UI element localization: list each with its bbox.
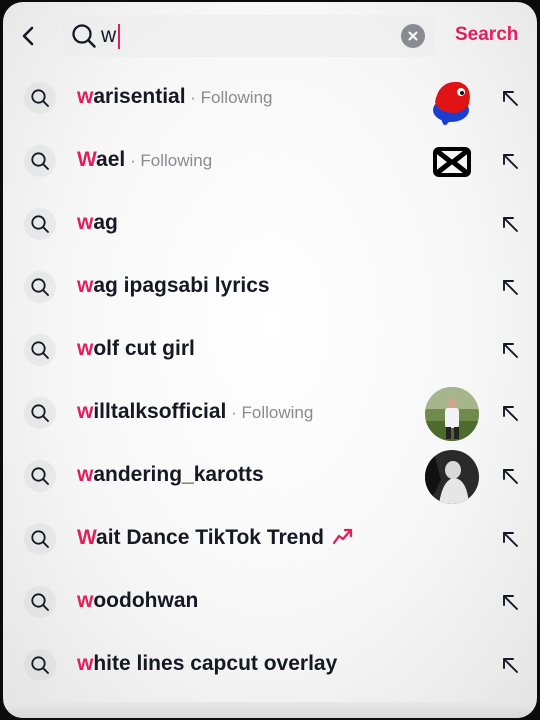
capcut-logo-avatar — [425, 135, 479, 189]
suggestion-label: wolf cut girl — [77, 337, 195, 361]
suggestion-text: arisential — [93, 85, 186, 108]
suggestion-label: Wael · Following — [77, 148, 212, 172]
suggestion-text: hite lines capcut overlay — [93, 652, 338, 675]
suggestion-label: wag — [77, 211, 118, 235]
suggestion-row[interactable]: wag — [3, 192, 537, 255]
suggestion-row[interactable]: willtalksofficial · Following — [3, 381, 537, 444]
clear-button[interactable] — [401, 24, 425, 48]
arrow-up-left-icon[interactable] — [496, 462, 524, 490]
suggestion-label: warisential · Following — [77, 85, 272, 109]
back-button[interactable] — [11, 18, 47, 54]
arrow-up-left-icon[interactable] — [496, 84, 524, 112]
search-icon — [24, 586, 56, 618]
search-icon — [24, 82, 56, 114]
arrow-up-left-icon[interactable] — [496, 147, 524, 175]
suggestion-text: olf cut girl — [93, 337, 195, 360]
trending-up-icon — [332, 526, 354, 552]
search-icon — [72, 24, 96, 48]
suggestion-row[interactable]: Wait Dance TikTok Trend — [3, 507, 537, 570]
query-match-highlight: w — [77, 337, 94, 360]
search-button[interactable]: Search — [455, 24, 518, 46]
suggestion-label: willtalksofficial · Following — [77, 400, 313, 424]
arrow-up-left-icon[interactable] — [496, 588, 524, 616]
search-icon — [24, 649, 56, 681]
suggestion-label: wandering_karotts — [77, 463, 264, 487]
suggestion-row[interactable]: woodohwan — [3, 570, 537, 633]
search-icon — [24, 145, 56, 177]
suggestion-label: wag ipagsabi lyrics — [77, 274, 270, 298]
dark-photo-avatar — [425, 450, 479, 504]
clear-icon — [408, 31, 418, 41]
arrow-up-left-icon[interactable] — [496, 273, 524, 301]
suggestion-text: ag ipagsabi lyrics — [93, 274, 270, 297]
arrow-up-left-icon[interactable] — [496, 651, 524, 679]
query-match-highlight: w — [77, 85, 94, 108]
suggestion-label: white lines capcut overlay — [77, 652, 337, 676]
suggestion-text: ael — [96, 148, 126, 171]
arrow-up-left-icon[interactable] — [496, 210, 524, 238]
suggestion-row[interactable]: wandering_karotts — [3, 444, 537, 507]
suggestion-label: Wait Dance TikTok Trend — [77, 526, 354, 552]
search-icon — [24, 334, 56, 366]
query-match-highlight: w — [77, 589, 94, 612]
suggestion-label: woodohwan — [77, 589, 198, 613]
text-cursor — [118, 24, 120, 49]
search-icon — [24, 523, 56, 555]
search-icon — [24, 397, 56, 429]
suggestion-row[interactable]: Wael · Following — [3, 129, 537, 192]
query-match-highlight: w — [77, 652, 94, 675]
suggestion-text: illtalksofficial — [93, 400, 227, 423]
following-label: · Following — [185, 88, 273, 107]
arrow-up-left-icon[interactable] — [496, 399, 524, 427]
query-match-highlight: w — [77, 211, 94, 234]
suggestion-row[interactable]: warisential · Following — [3, 66, 537, 129]
search-header: Search — [3, 2, 537, 68]
suggestion-text: ait Dance TikTok Trend — [96, 526, 325, 549]
search-icon — [24, 208, 56, 240]
search-icon — [24, 460, 56, 492]
query-match-highlight: w — [77, 463, 94, 486]
query-match-highlight: W — [77, 148, 97, 171]
query-match-highlight: w — [77, 274, 94, 297]
next-suggestion-partial — [3, 702, 537, 718]
suggestion-row[interactable]: white lines capcut overlay — [3, 633, 537, 696]
search-input[interactable] — [101, 23, 391, 49]
red-character-avatar — [425, 72, 479, 126]
suggestion-text: andering_karotts — [93, 463, 264, 486]
following-label: · Following — [125, 151, 213, 170]
query-match-highlight: w — [77, 400, 94, 423]
search-screen: Search warisential · FollowingWael · Fol… — [3, 2, 537, 718]
search-icon — [24, 271, 56, 303]
suggestion-row[interactable]: wolf cut girl — [3, 318, 537, 381]
search-bar[interactable] — [63, 15, 435, 57]
suggestion-row[interactable]: wag ipagsabi lyrics — [3, 255, 537, 318]
query-match-highlight: W — [77, 526, 97, 549]
arrow-up-left-icon[interactable] — [496, 525, 524, 553]
suggestion-text: oodohwan — [93, 589, 199, 612]
suggestion-text: ag — [93, 211, 118, 234]
arrow-up-left-icon[interactable] — [496, 336, 524, 364]
following-label: · Following — [226, 403, 314, 422]
person-photo-avatar — [425, 387, 479, 441]
chevron-left-icon — [22, 26, 34, 46]
